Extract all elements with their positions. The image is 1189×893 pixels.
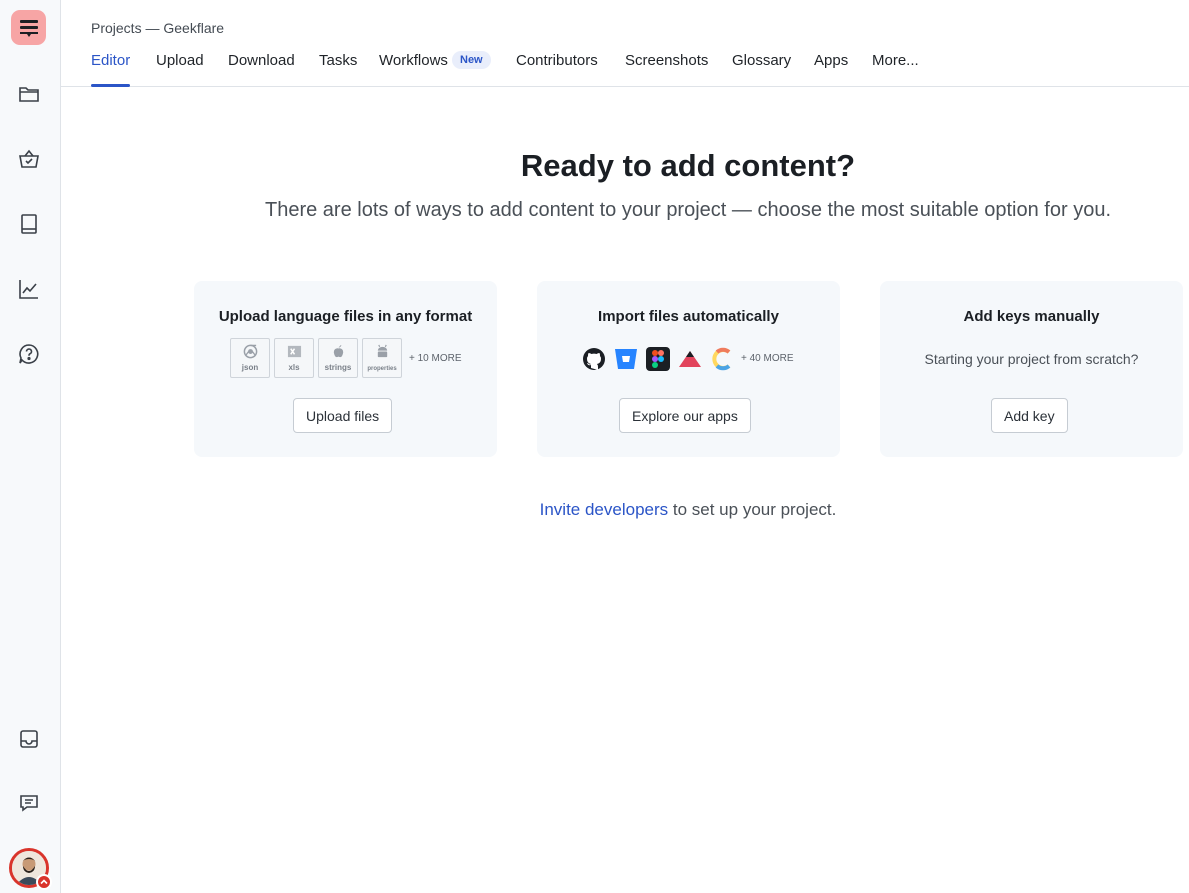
glossary-book-icon[interactable] bbox=[17, 212, 41, 236]
page-subtitle: There are lots of ways to add content to… bbox=[264, 199, 1111, 221]
avatar-status-badge bbox=[36, 874, 52, 890]
chat-icon[interactable] bbox=[17, 791, 41, 815]
upload-card-title: Upload language files in any format bbox=[218, 308, 473, 325]
manual-card-title: Add keys manually bbox=[963, 308, 1100, 325]
import-more-apps: + 40 MORE bbox=[741, 353, 794, 364]
manual-card-text: Starting your project from scratch? bbox=[924, 351, 1139, 367]
help-question-icon[interactable] bbox=[17, 342, 41, 366]
invite-developers-link[interactable]: Invite developers bbox=[540, 500, 669, 519]
invite-text: to set up your project. bbox=[668, 500, 837, 519]
import-files-card: Import files automatically + 40 MORE Exp… bbox=[537, 281, 840, 457]
tab-screenshots[interactable]: Screenshots bbox=[625, 52, 708, 86]
upload-files-card: Upload language files in any format json… bbox=[194, 281, 497, 457]
tab-apps[interactable]: Apps bbox=[814, 52, 848, 86]
invite-line: Invite developers to set up your project… bbox=[61, 500, 1189, 520]
page-title: Ready to add content? bbox=[520, 148, 856, 183]
tab-tasks[interactable]: Tasks bbox=[319, 52, 357, 86]
json-format-icon: json bbox=[230, 338, 270, 378]
projects-folder-icon[interactable] bbox=[17, 82, 41, 106]
tab-workflows[interactable]: Workflows bbox=[379, 52, 448, 86]
workflows-new-badge: New bbox=[452, 51, 491, 69]
format-label-xls: xls bbox=[288, 363, 300, 372]
tab-download[interactable]: Download bbox=[228, 52, 295, 86]
logo-icon[interactable] bbox=[11, 10, 46, 45]
tab-bar: Editor Upload Download Tasks Workflows C… bbox=[61, 44, 1189, 87]
reports-chart-icon[interactable] bbox=[17, 277, 41, 301]
breadcrumb[interactable]: Projects — Geekflare bbox=[91, 20, 224, 36]
tab-more[interactable]: More... bbox=[872, 52, 919, 86]
properties-format-icon: properties bbox=[362, 338, 402, 378]
sidebar bbox=[0, 0, 61, 893]
format-label-strings: strings bbox=[324, 363, 352, 372]
strings-format-icon: strings bbox=[318, 338, 358, 378]
sketch-icon bbox=[679, 351, 701, 367]
github-icon bbox=[583, 348, 605, 370]
tab-editor[interactable]: Editor bbox=[91, 52, 131, 87]
import-card-title: Import files automatically bbox=[598, 308, 779, 325]
bitbucket-icon bbox=[615, 349, 637, 369]
add-keys-card: Add keys manually Starting your project … bbox=[880, 281, 1183, 457]
figma-icon bbox=[646, 347, 670, 371]
format-label-json: json bbox=[241, 363, 259, 372]
xls-format-icon: xls bbox=[274, 338, 314, 378]
upload-more-formats: + 10 MORE bbox=[409, 353, 462, 364]
tab-glossary[interactable]: Glossary bbox=[732, 52, 791, 86]
contentful-icon bbox=[712, 347, 731, 371]
tab-contributors[interactable]: Contributors bbox=[516, 52, 598, 86]
orders-basket-icon[interactable] bbox=[17, 147, 41, 171]
upload-files-button[interactable]: Upload files bbox=[293, 398, 393, 433]
tab-upload[interactable]: Upload bbox=[156, 52, 204, 86]
format-label-properties: properties bbox=[367, 366, 397, 372]
inbox-icon[interactable] bbox=[17, 727, 41, 751]
explore-apps-button[interactable]: Explore our apps bbox=[619, 398, 751, 433]
add-key-button[interactable]: Add key bbox=[991, 398, 1068, 433]
